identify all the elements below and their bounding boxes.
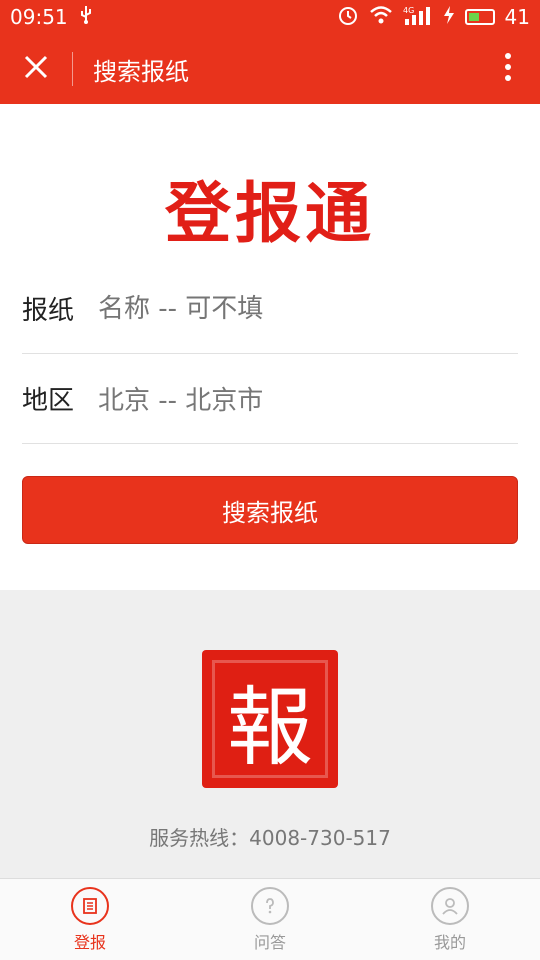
more-button[interactable] — [476, 34, 540, 104]
close-icon — [23, 54, 49, 84]
paper-name-input[interactable] — [98, 293, 498, 324]
nav-item-wode[interactable]: 我的 — [360, 879, 540, 960]
newspaper-seal-logo: 報 — [202, 650, 338, 788]
question-icon — [251, 886, 289, 925]
nav-label: 问答 — [253, 932, 286, 952]
app-title: 搜索报纸 — [93, 57, 189, 86]
search-paper-button[interactable]: 搜索报纸 — [22, 476, 518, 544]
region-select[interactable]: 北京 -- 北京市 — [98, 380, 263, 417]
status-right: 4G 41 — [337, 4, 530, 31]
status-time: 09:51 — [10, 5, 68, 29]
status-left: 09:51 — [10, 5, 94, 30]
battery-icon — [464, 9, 495, 25]
service-hotline: 服务热线：4008-730-517 — [149, 826, 391, 850]
battery-level: 41 — [504, 5, 530, 29]
paper-row: 报纸 — [22, 264, 518, 354]
bottom-nav: 登报 问答 我的 — [0, 878, 540, 960]
user-icon — [431, 886, 469, 925]
seal-character: 報 — [227, 677, 313, 778]
wifi-icon — [369, 5, 393, 30]
usb-icon — [78, 5, 94, 30]
more-vert-icon — [504, 52, 512, 86]
region-label: 地区 — [22, 386, 75, 416]
nav-label: 登报 — [73, 932, 106, 952]
nav-label: 我的 — [433, 932, 466, 952]
region-row[interactable]: 地区 北京 -- 北京市 — [22, 354, 518, 444]
alarm-icon — [337, 4, 359, 31]
charging-icon — [443, 5, 455, 30]
footer-info: 報 服务热线：4008-730-517 — [0, 590, 540, 878]
app-bar-divider — [72, 52, 73, 86]
brand-title: 登报通 — [165, 175, 375, 252]
status-bar: 09:51 4G 41 — [0, 0, 540, 34]
signal-label: 4G — [403, 6, 414, 15]
paper-label: 报纸 — [22, 296, 75, 326]
newspaper-icon — [71, 886, 109, 925]
search-form-panel: 登报通 报纸 地区 北京 -- 北京市 搜索报纸 — [0, 104, 540, 590]
close-button[interactable] — [0, 34, 72, 104]
app-bar: 搜索报纸 — [0, 34, 540, 104]
nav-item-wenda[interactable]: 问答 — [180, 879, 360, 960]
seal-border: 報 — [212, 660, 328, 778]
signal-icon: 4G — [403, 5, 433, 30]
nav-item-dengbao[interactable]: 登报 — [0, 879, 180, 960]
